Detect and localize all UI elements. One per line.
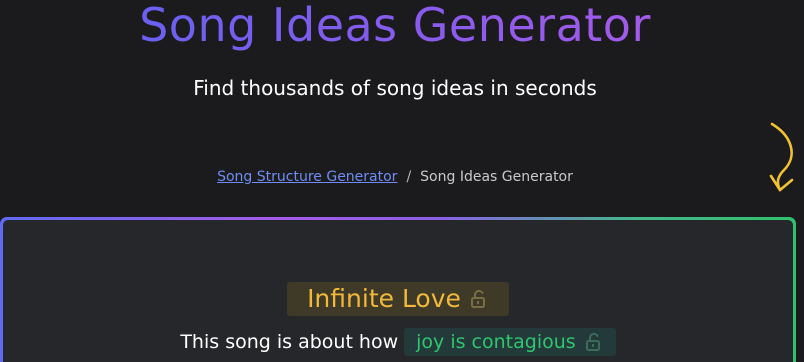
curved-arrow-down-icon bbox=[769, 122, 794, 192]
unlocked-padlock-icon[interactable] bbox=[469, 289, 489, 309]
breadcrumb-current: Song Ideas Generator bbox=[420, 169, 573, 185]
about-value: joy is contagious bbox=[416, 330, 576, 353]
idea-about-line: This song is about how joy is contagious bbox=[3, 326, 793, 357]
unlocked-padlock-icon[interactable] bbox=[584, 332, 604, 352]
idea-card: Infinite Love This song is about how joy … bbox=[3, 220, 793, 362]
idea-title: Infinite Love bbox=[307, 284, 461, 313]
breadcrumb-link-song-structure-generator[interactable]: Song Structure Generator bbox=[217, 169, 397, 185]
about-prefix: This song is about how bbox=[180, 330, 399, 353]
page-title: Song Ideas Generator bbox=[0, 0, 790, 56]
page: Song Ideas Generator Find thousands of s… bbox=[0, 0, 804, 362]
idea-title-chip[interactable]: Infinite Love bbox=[287, 282, 509, 316]
idea-card-border: Infinite Love This song is about how joy … bbox=[0, 217, 796, 362]
about-value-chip[interactable]: joy is contagious bbox=[404, 327, 616, 356]
breadcrumb: Song Structure Generator / Song Ideas Gene… bbox=[0, 168, 790, 186]
page-subtitle: Find thousands of song ideas in seconds bbox=[193, 76, 597, 100]
breadcrumb-separator: / bbox=[406, 169, 412, 185]
